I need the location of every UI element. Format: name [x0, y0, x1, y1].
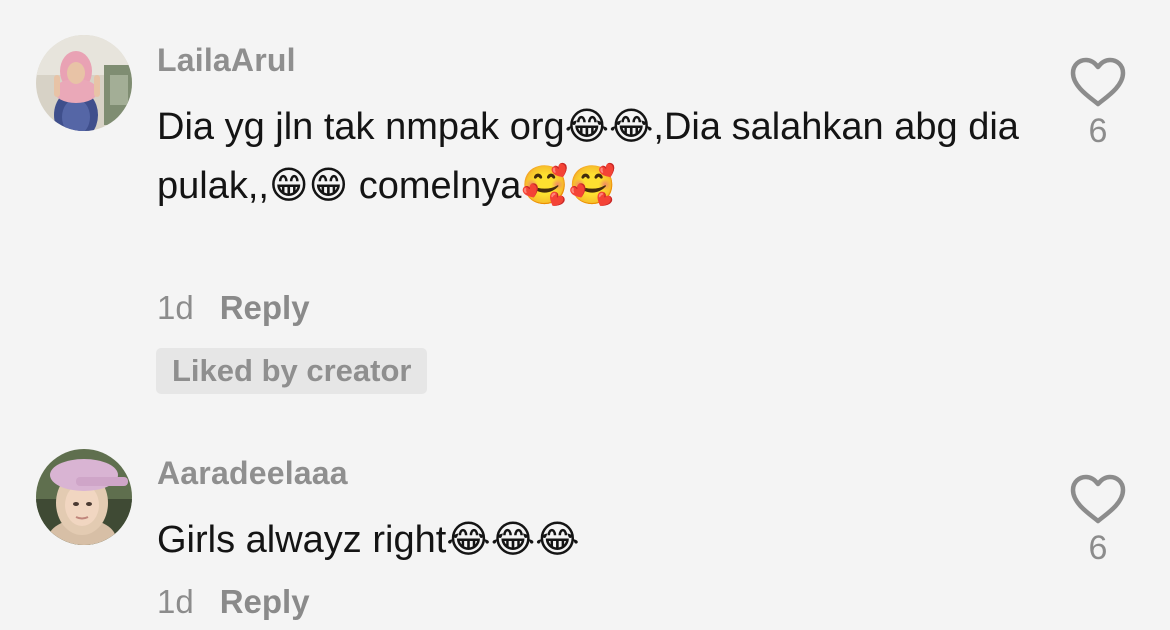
heart-outline-icon: [1070, 474, 1126, 524]
avatar[interactable]: [36, 35, 132, 131]
username[interactable]: Aaradeelaaa: [157, 455, 348, 492]
comment-text: Dia yg jln tak nmpak org😂😂,Dia salahkan …: [157, 106, 1030, 207]
like-button[interactable]: 6: [1068, 56, 1128, 151]
comment-text: Girls alwayz right😂😂😂: [157, 519, 580, 561]
like-button[interactable]: 6: [1068, 473, 1128, 568]
timestamp: 1d: [157, 583, 194, 620]
reply-button[interactable]: Reply: [220, 583, 310, 620]
comment-meta: 1d Reply: [157, 583, 310, 621]
like-count: 6: [1088, 529, 1108, 567]
avatar[interactable]: [36, 449, 132, 545]
comment-item: Aaradeelaaa Girls alwayz right😂😂😂 1d Repl…: [0, 440, 1170, 630]
timestamp: 1d: [157, 289, 194, 326]
comment-item: LailaArul Dia yg jln tak nmpak org😂😂,Dia…: [0, 0, 1170, 420]
username[interactable]: LailaArul: [157, 42, 296, 79]
heart-outline-icon: [1070, 57, 1126, 107]
comment-meta: 1d Reply: [157, 289, 310, 327]
comment-list: LailaArul Dia yg jln tak nmpak org😂😂,Dia…: [0, 0, 1170, 630]
like-count: 6: [1088, 112, 1108, 150]
liked-by-creator-badge: Liked by creator: [156, 348, 428, 394]
avatar-woman-pink-hijab-icon: [36, 35, 132, 131]
avatar-woman-pink-cap-icon: [36, 449, 132, 545]
reply-button[interactable]: Reply: [220, 289, 310, 326]
